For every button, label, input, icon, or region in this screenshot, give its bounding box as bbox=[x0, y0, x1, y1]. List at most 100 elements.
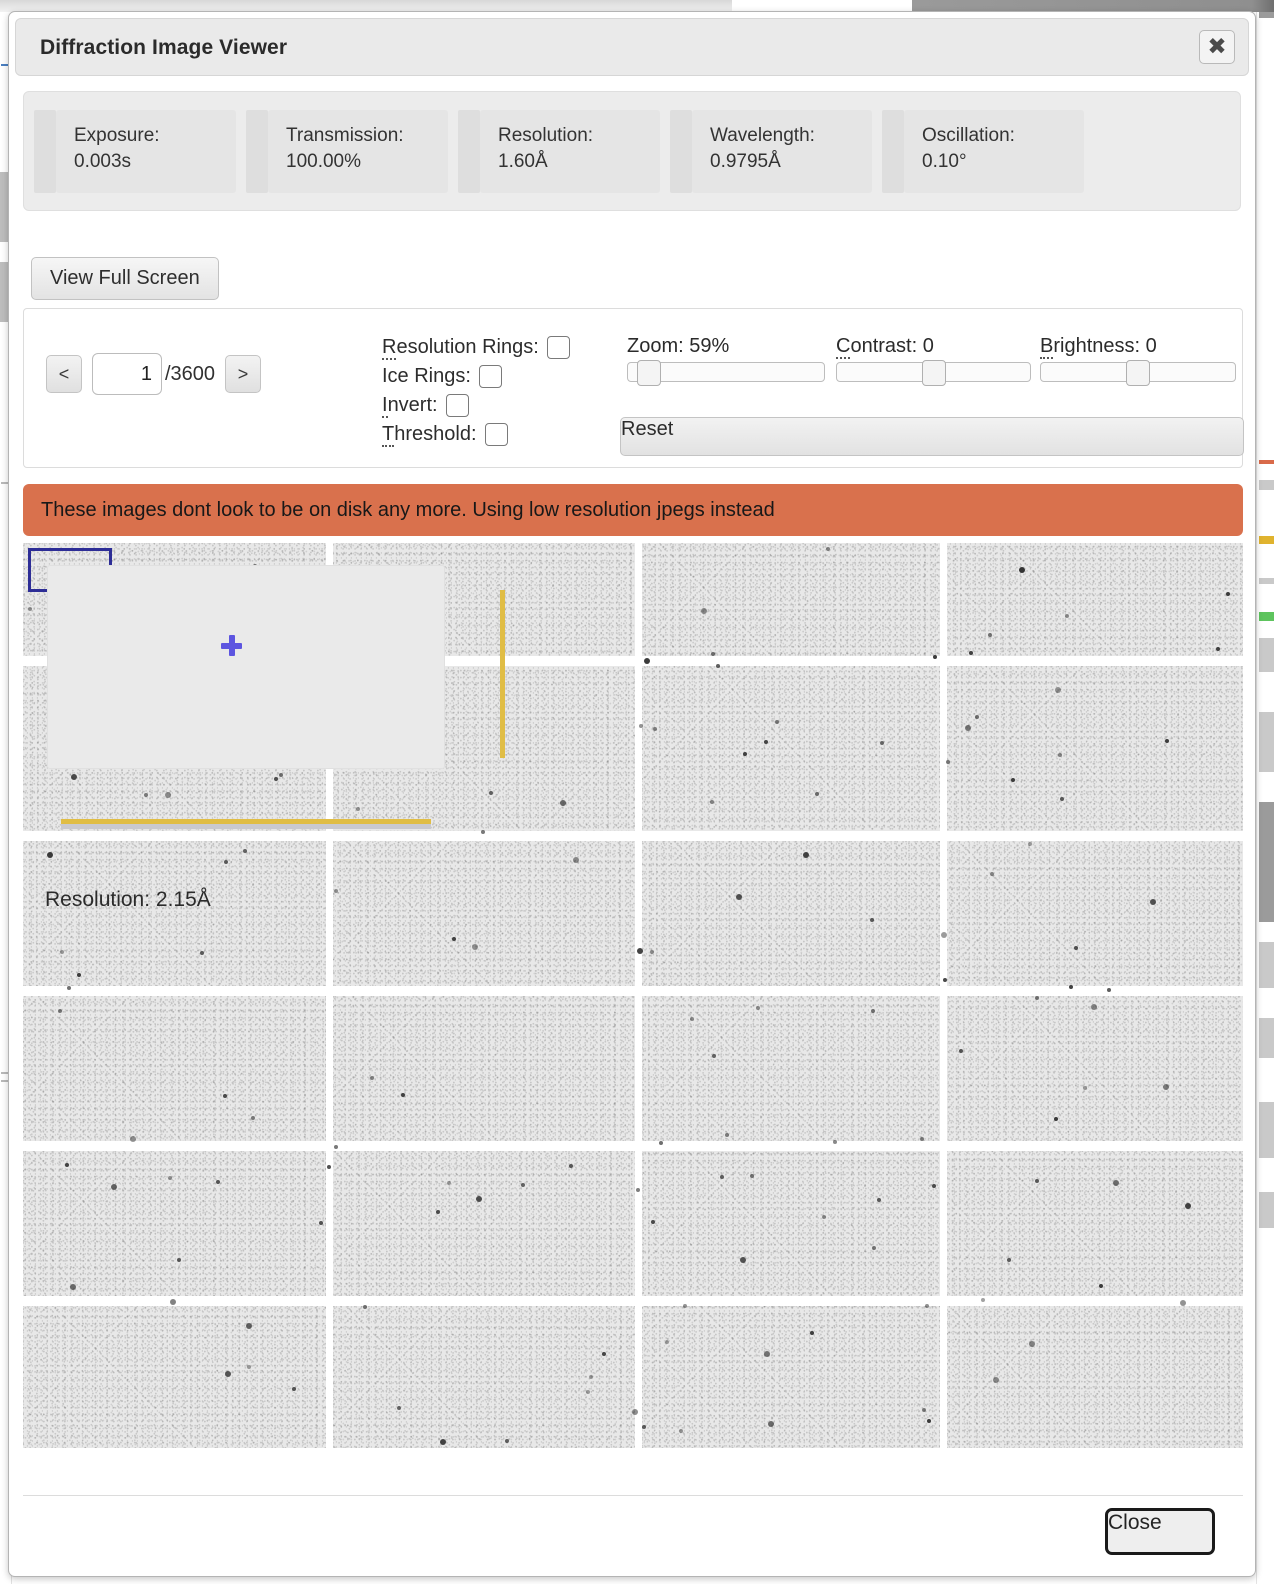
brightness-slider-label: Brightness: 0 bbox=[1040, 335, 1157, 359]
diffraction-spot bbox=[1185, 1203, 1191, 1209]
diffraction-spot bbox=[472, 944, 478, 950]
diffraction-spot bbox=[586, 1390, 590, 1394]
detector-module bbox=[333, 996, 635, 1141]
diffraction-spot bbox=[716, 664, 720, 668]
diffraction-image-viewport[interactable]: Resolution: 2.15Å bbox=[23, 543, 1243, 1448]
brightness-slider-thumb[interactable] bbox=[1126, 360, 1150, 386]
metadata-value: 0.003s bbox=[74, 151, 132, 173]
diffraction-spot bbox=[925, 1304, 929, 1308]
diffraction-spot bbox=[327, 1165, 331, 1169]
metadata-label: Transmission: bbox=[286, 124, 404, 146]
diffraction-spot bbox=[743, 752, 747, 756]
diffraction-spot bbox=[130, 1136, 136, 1142]
diffraction-spot bbox=[710, 800, 714, 804]
diffraction-spot bbox=[920, 1137, 924, 1141]
contrast-slider-track[interactable] bbox=[836, 360, 1031, 386]
checkbox-label-resolution-rings: Resolution Rings: bbox=[382, 336, 539, 360]
detector-module bbox=[947, 543, 1243, 656]
diffraction-spot bbox=[1113, 1180, 1119, 1186]
checkbox-invert[interactable] bbox=[445, 394, 469, 417]
diffraction-spot bbox=[659, 1141, 663, 1145]
diffraction-spot bbox=[650, 950, 654, 954]
vertical-measure-line bbox=[500, 590, 505, 758]
diffraction-spot bbox=[775, 720, 779, 724]
checkbox-threshold[interactable] bbox=[484, 423, 508, 446]
diffraction-spot bbox=[476, 1196, 482, 1202]
footer-divider bbox=[23, 1495, 1243, 1496]
diffraction-spot bbox=[636, 1188, 640, 1192]
close-button[interactable]: Close bbox=[1105, 1508, 1215, 1555]
brightness-slider-group: Brightness: 0 bbox=[1040, 335, 1236, 386]
contrast-slider-thumb[interactable] bbox=[922, 360, 946, 386]
diffraction-spot bbox=[363, 1305, 367, 1309]
zoom-slider-thumb[interactable] bbox=[637, 360, 661, 386]
beam-center-crosshair-icon bbox=[221, 635, 242, 656]
next-frame-button[interactable]: > bbox=[225, 355, 262, 393]
frame-total-label: /3600 bbox=[165, 362, 216, 385]
metadata-value: 0.10° bbox=[922, 151, 967, 173]
detector-module bbox=[947, 996, 1243, 1141]
display-options-group: Resolution Rings: Ice Rings: Invert: Thr… bbox=[382, 333, 570, 449]
diffraction-spot bbox=[243, 849, 247, 853]
diffraction-spot bbox=[1163, 1084, 1169, 1090]
diffraction-spot bbox=[1029, 1341, 1035, 1347]
diffraction-spot bbox=[701, 608, 707, 614]
diffraction-spot bbox=[683, 1304, 687, 1308]
diffraction-spot bbox=[111, 1184, 117, 1190]
zoom-slider-group: Zoom: 59% bbox=[627, 335, 825, 386]
detector-module bbox=[947, 841, 1243, 986]
diffraction-spot bbox=[1165, 739, 1169, 743]
diffraction-spot bbox=[872, 1246, 876, 1250]
metadata-item-resolution: Resolution: 1.60Å bbox=[458, 109, 660, 193]
frame-number-input[interactable] bbox=[92, 353, 162, 395]
checkbox-ice-rings[interactable] bbox=[478, 365, 502, 388]
diffraction-spot bbox=[740, 1257, 746, 1263]
diffraction-spot bbox=[750, 1174, 754, 1178]
resolution-overlay-label: Resolution: 2.15Å bbox=[45, 888, 211, 911]
diffraction-spot bbox=[274, 777, 278, 781]
contrast-slider-group: Contrast: 0 bbox=[836, 335, 1031, 386]
metadata-separator bbox=[670, 109, 692, 193]
metadata-box: Oscillation: 0.10° bbox=[904, 109, 1084, 193]
brightness-slider-track[interactable] bbox=[1040, 360, 1236, 386]
detector-module bbox=[947, 1151, 1243, 1296]
diffraction-spot bbox=[810, 1331, 814, 1335]
metadata-separator bbox=[458, 109, 480, 193]
metadata-bar: Exposure: 0.003s Transmission: 100.00% R… bbox=[23, 91, 1241, 211]
close-x-icon[interactable]: ✖ bbox=[1199, 30, 1235, 64]
diffraction-spot bbox=[401, 1093, 405, 1097]
diffraction-spot bbox=[653, 727, 657, 731]
diffraction-spot bbox=[1226, 592, 1230, 596]
diffraction-spot bbox=[356, 807, 360, 811]
diffraction-spot bbox=[334, 1145, 338, 1149]
diffraction-spot bbox=[822, 1215, 826, 1219]
diffraction-spot bbox=[602, 1352, 606, 1356]
diffraction-spot bbox=[833, 1140, 837, 1144]
detector-module bbox=[642, 1306, 940, 1448]
diffraction-spot bbox=[560, 800, 566, 806]
diffraction-spot bbox=[144, 793, 148, 797]
metadata-value: 100.00% bbox=[286, 151, 362, 173]
checkbox-row-ice-rings: Ice Rings: bbox=[382, 362, 570, 391]
metadata-value: 0.9795Å bbox=[710, 151, 781, 173]
diffraction-spot bbox=[70, 1284, 76, 1290]
diffraction-spot bbox=[877, 1198, 881, 1202]
diffraction-spot bbox=[965, 725, 971, 731]
diffraction-spot bbox=[165, 792, 171, 798]
diffraction-spot bbox=[481, 830, 485, 834]
diffraction-spot bbox=[370, 1076, 374, 1080]
checkbox-resolution-rings[interactable] bbox=[546, 336, 570, 359]
diffraction-spot bbox=[826, 547, 830, 551]
metadata-item-wavelength: Wavelength: 0.9795Å bbox=[670, 109, 872, 193]
diffraction-spot bbox=[736, 894, 742, 900]
controls-panel: < /3600 > Resolution Rings: Ice Rings: I… bbox=[23, 308, 1244, 468]
reset-button[interactable]: Reset bbox=[620, 417, 1244, 456]
zoom-slider-track[interactable] bbox=[627, 360, 825, 386]
warning-banner: These images dont look to be on disk any… bbox=[23, 484, 1243, 536]
diffraction-spot bbox=[981, 1298, 985, 1302]
view-full-screen-button[interactable]: View Full Screen bbox=[31, 257, 219, 300]
previous-frame-button[interactable]: < bbox=[46, 355, 82, 393]
diffraction-spot bbox=[946, 760, 950, 764]
horizontal-measure-line-shadow bbox=[61, 824, 431, 829]
diffraction-spot bbox=[168, 1176, 172, 1180]
